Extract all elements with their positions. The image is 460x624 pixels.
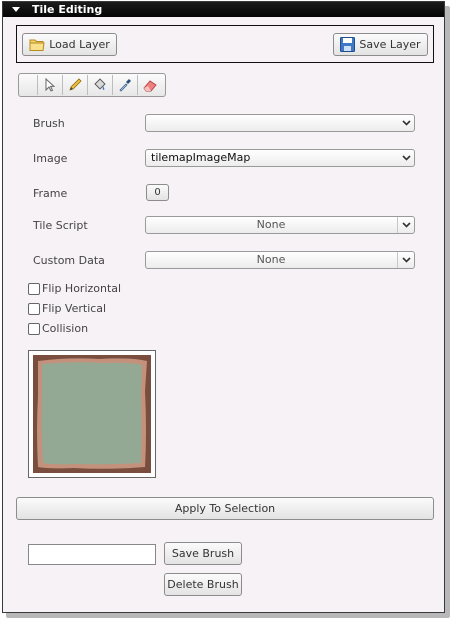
custom-data-label: Custom Data xyxy=(33,254,105,267)
floppy-disk-icon xyxy=(340,37,356,52)
image-value: tilemapImageMap xyxy=(151,151,251,164)
flip-horizontal-option[interactable]: Flip Horizontal xyxy=(28,282,121,295)
brush-select[interactable] xyxy=(145,114,415,132)
save-brush-label: Save Brush xyxy=(171,547,235,560)
panel-title: Tile Editing xyxy=(32,3,103,16)
tile-editing-panel: Tile Editing Load Layer Save Layer Brush… xyxy=(2,1,445,613)
custom-data-select[interactable]: None xyxy=(145,251,415,269)
chevron-down-icon xyxy=(397,252,414,268)
collision-option[interactable]: Collision xyxy=(28,322,88,335)
tile-script-label: Tile Script xyxy=(33,219,88,232)
toolbar-grip xyxy=(20,75,36,95)
custom-data-value: None xyxy=(256,253,286,266)
paint-bucket-icon[interactable] xyxy=(87,75,111,95)
frame-label: Frame xyxy=(33,187,68,200)
load-layer-button[interactable]: Load Layer xyxy=(22,33,117,56)
image-select[interactable]: tilemapImageMap xyxy=(145,149,415,167)
collision-checkbox[interactable] xyxy=(28,322,40,335)
apply-to-selection-button[interactable]: Apply To Selection xyxy=(16,497,434,520)
delete-brush-button[interactable]: Delete Brush xyxy=(164,573,242,596)
eyedropper-icon[interactable] xyxy=(112,75,136,95)
tile-script-select[interactable]: None xyxy=(145,216,415,234)
folder-icon xyxy=(29,39,45,51)
flip-vertical-label: Flip Vertical xyxy=(42,302,107,315)
load-layer-label: Load Layer xyxy=(49,38,110,51)
chevron-down-icon xyxy=(398,115,414,131)
save-brush-button[interactable]: Save Brush xyxy=(164,542,242,565)
tile-script-value: None xyxy=(256,218,286,231)
tile-preview-image xyxy=(33,355,151,473)
collapse-triangle-icon[interactable] xyxy=(12,7,20,12)
flip-vertical-option[interactable]: Flip Vertical xyxy=(28,302,106,315)
select-arrow-icon[interactable] xyxy=(37,75,61,95)
delete-brush-label: Delete Brush xyxy=(167,578,239,591)
apply-to-selection-label: Apply To Selection xyxy=(174,502,276,515)
chevron-down-icon xyxy=(397,217,414,233)
save-layer-button[interactable]: Save Layer xyxy=(333,33,428,56)
collision-label: Collision xyxy=(42,322,89,335)
image-label: Image xyxy=(33,152,68,165)
panel-header[interactable]: Tile Editing xyxy=(3,2,444,17)
brush-label: Brush xyxy=(33,117,65,130)
brush-name-input[interactable] xyxy=(28,544,156,565)
eraser-icon[interactable] xyxy=(137,75,161,95)
chevron-down-icon xyxy=(398,150,414,166)
flip-horizontal-label: Flip Horizontal xyxy=(42,282,122,295)
tile-preview xyxy=(28,350,156,478)
flip-vertical-checkbox[interactable] xyxy=(28,302,40,315)
tool-palette xyxy=(18,73,166,97)
pencil-icon[interactable] xyxy=(62,75,86,95)
frame-value-button[interactable]: 0 xyxy=(146,184,169,201)
save-layer-label: Save Layer xyxy=(359,38,421,51)
flip-horizontal-checkbox[interactable] xyxy=(28,282,40,295)
frame-value: 0 xyxy=(154,187,161,198)
